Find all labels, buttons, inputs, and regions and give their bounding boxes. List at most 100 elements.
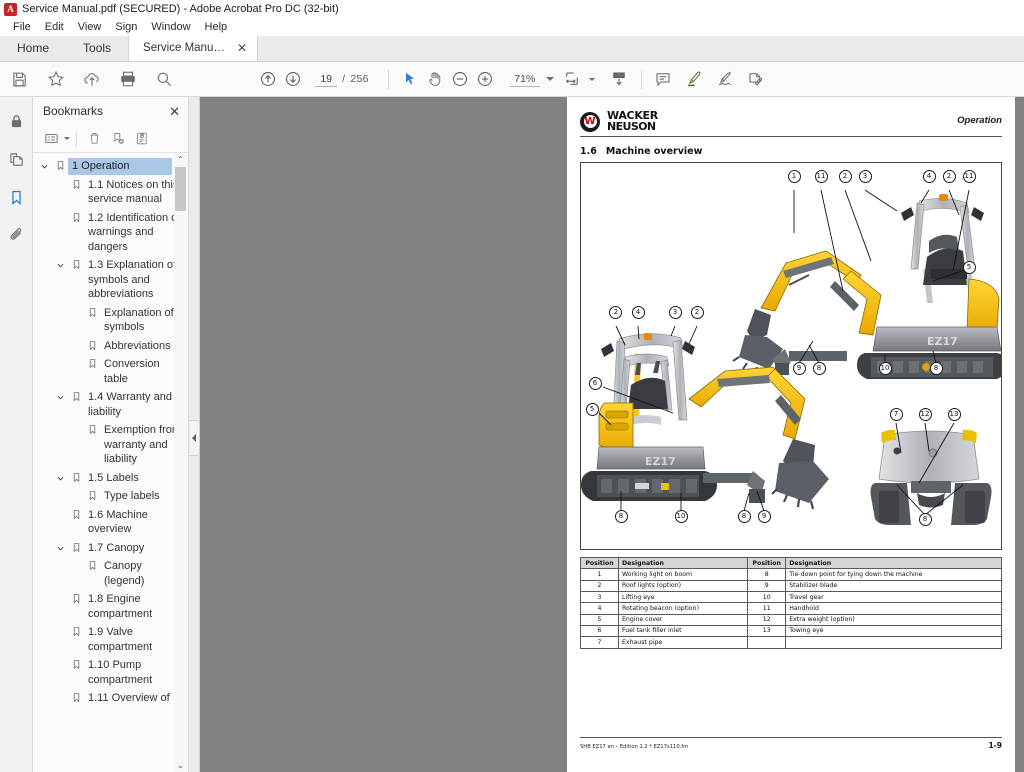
page-thumbnails-icon[interactable] [4,147,29,172]
bookmark-item[interactable]: 1.2 Identification of warnings and dange… [33,209,188,257]
cursor-arrow-icon[interactable] [398,67,423,92]
hand-icon[interactable] [423,67,448,92]
chevron-down-icon[interactable] [53,540,68,553]
legend-position: 12 [747,613,787,626]
chevron-down-icon[interactable] [53,257,68,270]
scroll-up-icon[interactable]: ⌃ [174,153,187,166]
bookmarks-icon[interactable] [4,185,29,210]
zoom-level[interactable]: 71% [509,72,540,87]
scroll-down-icon[interactable]: ⌄ [174,759,187,772]
bookmarks-scrollbar[interactable]: ⌃ ⌄ [174,153,187,772]
document-viewer[interactable]: W WACKER NEUSON Operation 1.6 Machine ov… [200,97,1024,772]
page-down-icon[interactable] [607,67,632,92]
collapse-panel-button[interactable] [189,420,200,456]
bookmark-item[interactable]: Abbreviations [33,337,188,356]
callout-10: 10 [878,362,892,376]
tab-strip: Home Tools Service Manual.pdf ... ✕ [0,35,1024,62]
tab-document[interactable]: Service Manual.pdf ... ✕ [128,35,259,61]
twisty-spacer [53,591,68,595]
bookmark-icon [68,624,84,637]
twisty-spacer [69,488,84,492]
close-icon[interactable]: ✕ [237,42,247,54]
zoom-control[interactable]: 71% [509,72,554,87]
bookmark-item[interactable]: 1.7 Canopy [33,539,188,558]
svg-text:EZ17: EZ17 [645,455,676,468]
arrow-up-circle-icon[interactable] [255,67,280,92]
chevron-down-icon[interactable] [53,470,68,483]
upload-cloud-icon[interactable] [79,67,104,92]
highlight-pen-icon[interactable] [682,67,707,92]
callout-3: 3 [668,305,682,319]
sign-icon[interactable] [713,67,738,92]
callout-8: 8 [918,512,932,526]
legend-position: 8 [747,568,787,581]
bookmark-item[interactable]: Type labels [33,487,188,506]
new-bookmark-icon[interactable] [107,128,129,150]
bookmark-item[interactable]: 1.10 Pump compartment [33,656,188,689]
bookmark-item[interactable]: 1.6 Machine overview [33,506,188,539]
machine-illustration: EZ17 EZ17 [581,189,1001,525]
bookmark-icon [84,422,100,435]
star-icon[interactable] [43,67,68,92]
tab-home[interactable]: Home [0,35,66,61]
callout-2: 2 [838,170,852,184]
bookmark-item[interactable]: Exemption from warranty and liability [33,421,188,469]
bookmark-label: 1.5 Labels [88,471,139,484]
menu-sign[interactable]: Sign [108,19,144,36]
comment-icon[interactable] [651,67,676,92]
bookmark-item[interactable]: 1.11 Overview of [33,689,188,708]
minus-circle-icon[interactable] [448,67,473,92]
close-icon[interactable]: ✕ [169,105,180,118]
menu-window[interactable]: Window [144,19,197,36]
delete-bookmark-icon[interactable] [83,128,105,150]
bookmark-properties-icon[interactable] [131,128,153,150]
pdf-page: W WACKER NEUSON Operation 1.6 Machine ov… [567,97,1015,772]
bookmark-item[interactable]: 1.3 Explanation of symbols and abbreviat… [33,256,188,304]
menu-file[interactable]: File [6,19,38,36]
callout-10: 10 [674,509,688,523]
bookmark-label: Type labels [104,490,160,502]
bookmark-item[interactable]: 1.8 Engine compartment [33,590,188,623]
bookmark-item[interactable]: 1.5 Labels [33,469,188,488]
chevron-down-icon[interactable] [588,77,595,81]
scrollbar-thumb[interactable] [175,167,186,211]
stamp-icon[interactable] [744,67,769,92]
search-icon[interactable] [151,67,176,92]
legend-designation: Tie-down point for tying down the machin… [785,568,1002,581]
page-number-input[interactable]: 19 [315,72,338,87]
chevron-down-icon[interactable] [64,137,70,140]
bookmarks-tree[interactable]: ⌃ ⌄ 1 Operation 1.1 Notices on this servi… [33,153,188,772]
twisty-spacer [69,305,84,309]
chevron-down-icon[interactable] [545,77,554,81]
plus-circle-icon[interactable] [473,67,498,92]
bookmark-item[interactable]: Conversion table [33,355,188,388]
legend-row: 1 Working light on boom 8 Tie-down point fo… [580,568,1002,581]
bookmark-item[interactable]: Explanation of symbols [33,304,188,337]
bookmark-item[interactable]: 1.9 Valve compartment [33,623,188,656]
bookmark-item[interactable]: 1 Operation [33,157,188,176]
chevron-down-icon[interactable] [53,389,68,402]
fit-page-icon[interactable] [560,67,585,92]
chevron-down-icon[interactable] [37,158,52,171]
bookmark-item[interactable]: 1.1 Notices on this service manual [33,176,188,209]
attachments-icon[interactable] [4,223,29,248]
security-lock-icon[interactable] [4,109,29,134]
logo-letter: W [584,115,596,127]
tab-tools[interactable]: Tools [66,35,128,61]
print-icon[interactable] [115,67,140,92]
callout-12: 12 [918,408,932,422]
bookmark-item[interactable]: 1.4 Warranty and liability [33,388,188,421]
arrow-down-circle-icon[interactable] [280,67,305,92]
bookmark-item[interactable]: Canopy (legend) [33,557,188,590]
legend-row: 7 Exhaust pipe [580,636,1002,649]
menu-help[interactable]: Help [198,19,235,36]
menu-view[interactable]: View [71,19,109,36]
legend-designation: Working light on boom [617,568,749,581]
menu-edit[interactable]: Edit [38,19,71,36]
legend-row: 3 Lifting eye 10 Travel gear [580,590,1002,604]
callout-2: 2 [942,170,956,184]
page-separator: / [342,73,346,85]
panel-divider[interactable] [189,97,200,772]
save-icon[interactable] [7,67,32,92]
bookmark-options-icon[interactable] [40,128,62,150]
